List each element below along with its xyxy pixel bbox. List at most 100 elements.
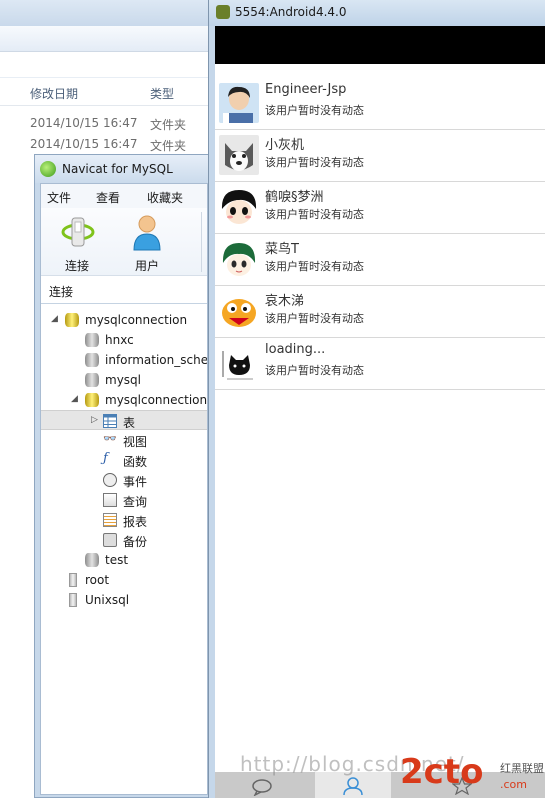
tree-node-label: 查询 xyxy=(123,495,148,509)
tree-node-tables[interactable]: ▷ 表 xyxy=(41,410,207,430)
file-type: 文件夹 xyxy=(150,118,187,132)
column-modified-date[interactable]: 修改日期 xyxy=(30,85,78,102)
database-icon xyxy=(85,393,99,407)
friend-list-item[interactable]: 菜鸟T 该用户暂时没有动态 xyxy=(215,234,545,286)
user-button[interactable]: 用户 xyxy=(117,208,177,276)
toolbar-divider xyxy=(201,212,202,272)
event-icon xyxy=(103,473,117,487)
android-emulator-window: 5554:Android4.4.0 Engineer-Jsp 该用户暂时没有动态… xyxy=(208,0,545,798)
menu-file[interactable]: 文件 xyxy=(47,189,71,206)
friend-status: 该用户暂时没有动态 xyxy=(265,312,364,325)
tree-node-label: mysqlconnection xyxy=(105,393,208,407)
avatar xyxy=(219,187,259,227)
friend-status: 该用户暂时没有动态 xyxy=(265,104,364,117)
watermark-domain: .com xyxy=(500,778,527,791)
android-icon xyxy=(216,5,230,19)
expand-arrow-icon[interactable]: ▷ xyxy=(91,415,98,425)
tree-node-label: 视图 xyxy=(123,435,148,449)
file-date: 2014/10/15 16:47 xyxy=(30,137,138,151)
friend-name: loading... xyxy=(265,342,326,357)
tree-node-label: 函数 xyxy=(123,455,148,469)
connection-icon xyxy=(61,217,95,247)
database-icon xyxy=(85,333,99,347)
contacts-icon xyxy=(343,777,363,796)
tree-node-reports[interactable]: 报表 xyxy=(41,510,207,530)
explorer-title-bar xyxy=(0,0,210,26)
tree-node-label: test xyxy=(105,553,129,567)
navicat-logo-icon xyxy=(40,161,56,177)
emulator-title: 5554:Android4.4.0 xyxy=(235,5,347,19)
avatar xyxy=(219,135,259,175)
friend-name: 菜鸟T xyxy=(265,242,299,257)
tree-node-connection[interactable]: ◢ mysqlconnection xyxy=(41,310,207,330)
friend-list-item[interactable]: 鹤唳§梦洲 该用户暂时没有动态 xyxy=(215,182,545,234)
tree-node-label: root xyxy=(85,573,110,587)
main-toolbar: 连接 用户 xyxy=(41,208,207,276)
query-icon xyxy=(103,493,117,507)
friend-status: 该用户暂时没有动态 xyxy=(265,156,364,169)
friend-list-item[interactable]: 哀木涕 该用户暂时没有动态 xyxy=(215,286,545,338)
explorer-toolbar xyxy=(0,52,210,78)
friend-status: 该用户暂时没有动态 xyxy=(265,364,364,377)
friend-name: 鹤唳§梦洲 xyxy=(265,190,324,205)
column-type[interactable]: 类型 xyxy=(150,85,174,102)
avatar xyxy=(219,291,259,331)
connection-button[interactable]: 连接 xyxy=(47,208,107,276)
emulator-title-bar[interactable]: 5554:Android4.4.0 xyxy=(209,0,545,26)
table-icon xyxy=(103,414,117,428)
connection-panel-header: 连接 xyxy=(41,276,207,304)
tree-node-events[interactable]: 事件 xyxy=(41,470,207,490)
collapse-arrow-icon[interactable]: ◢ xyxy=(71,394,78,404)
friend-status: 该用户暂时没有动态 xyxy=(265,260,364,273)
tree-node-database[interactable]: mysql xyxy=(41,370,207,390)
tree-node-database[interactable]: test xyxy=(41,550,207,570)
database-icon xyxy=(85,353,99,367)
action-bar xyxy=(215,26,545,64)
friend-list-item[interactable]: Engineer-Jsp 该用户暂时没有动态 xyxy=(215,78,545,130)
database-icon xyxy=(85,553,99,567)
tree-node-backups[interactable]: 备份 xyxy=(41,530,207,550)
tree-node-database[interactable]: ◢ mysqlconnection xyxy=(41,390,208,410)
friend-list-item[interactable]: 小灰机 该用户暂时没有动态 xyxy=(215,130,545,182)
tree-node-label: information_schema xyxy=(105,353,208,367)
tree-node-queries[interactable]: 查询 xyxy=(41,490,207,510)
avatar xyxy=(219,83,259,123)
backup-icon xyxy=(103,533,117,547)
report-icon xyxy=(103,513,117,527)
collapse-arrow-icon[interactable]: ◢ xyxy=(51,314,58,324)
connection-panel-title: 连接 xyxy=(49,285,74,299)
avatar xyxy=(219,343,259,383)
connection-icon xyxy=(65,313,79,327)
tree-node-functions[interactable]: ƒ 函数 xyxy=(41,450,207,470)
user-icon xyxy=(133,215,161,251)
file-type: 文件夹 xyxy=(150,139,187,153)
tree-node-label: 备份 xyxy=(123,535,148,549)
tree-node-label: 报表 xyxy=(123,515,148,529)
tree-node-label: Unixsql xyxy=(85,593,130,607)
connection-icon xyxy=(69,593,77,607)
navicat-window: Navicat for MySQL 文件 查看 收藏夹 连接 用户 连接 ◢ m… xyxy=(34,154,212,798)
tree-node-label: mysqlconnection xyxy=(85,313,188,327)
friend-name: 哀木涕 xyxy=(265,294,305,309)
file-row[interactable]: 2014/10/15 16:47 文件夹 xyxy=(0,113,210,133)
explorer-address-bar xyxy=(0,26,210,52)
file-row[interactable]: 2014/10/15 16:47 文件夹 xyxy=(0,134,210,154)
file-date: 2014/10/15 16:47 xyxy=(30,116,138,130)
tree-node-label: hnxc xyxy=(105,333,134,347)
tree-node-views[interactable]: 👓 视图 xyxy=(41,430,207,450)
connection-tree: ◢ mysqlconnection hnxc information_sche m… xyxy=(41,304,208,794)
tree-node-database[interactable]: information_schema xyxy=(41,350,208,370)
user-label: 用户 xyxy=(134,259,159,273)
friend-status: 该用户暂时没有动态 xyxy=(265,208,364,221)
connection-icon xyxy=(69,573,77,587)
explorer-column-header: 修改日期 类型 xyxy=(0,78,210,106)
friend-list-item[interactable]: loading... 该用户暂时没有动态 xyxy=(215,338,545,390)
tree-node-connection[interactable]: Unixsql xyxy=(41,590,207,610)
tree-node-connection[interactable]: root xyxy=(41,570,207,590)
tree-node-label: 事件 xyxy=(123,475,148,489)
menu-view[interactable]: 查看 xyxy=(96,189,120,206)
navicat-title-bar[interactable]: Navicat for MySQL xyxy=(35,155,211,183)
tree-node-database[interactable]: hnxc xyxy=(41,330,207,350)
device-screen: Engineer-Jsp 该用户暂时没有动态 小灰机 该用户暂时没有动态 鹤唳§… xyxy=(215,26,545,798)
menu-favorites[interactable]: 收藏夹 xyxy=(147,189,183,206)
